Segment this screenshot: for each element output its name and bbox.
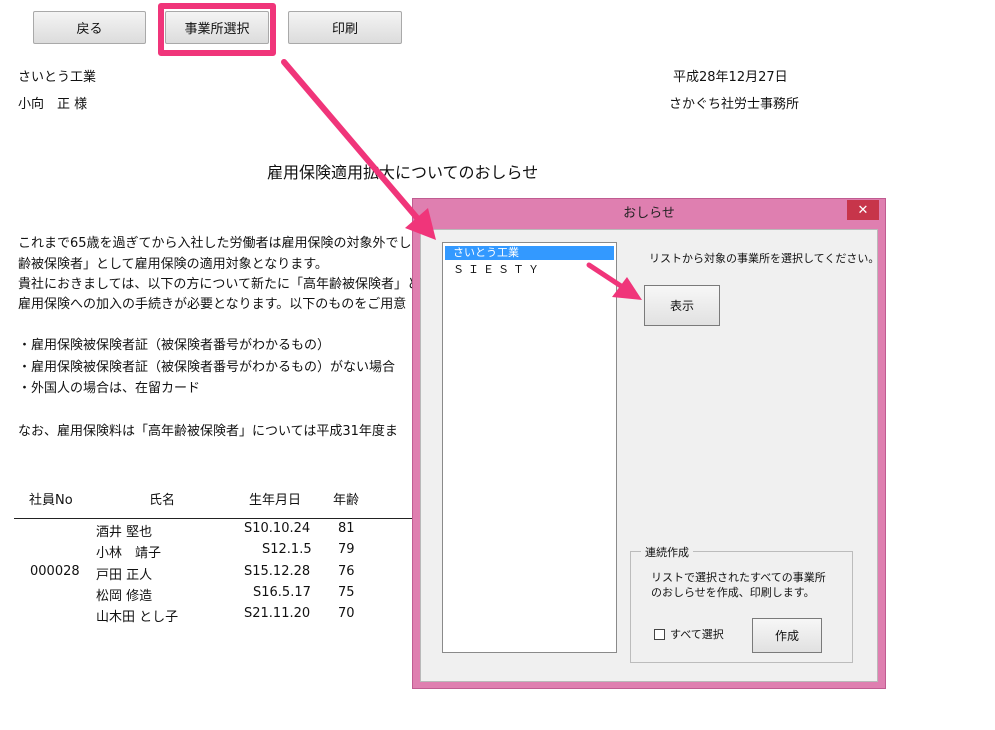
body-line: ・雇用保険被保険者証（被保険者番号がわかるもの）がない場合 [18,360,396,375]
group-description-line: のおしらせを作成、印刷します。 [651,586,815,599]
row-name: 戸田 正人 [96,568,153,583]
group-description-line: リストで選択されたすべての事業所 [651,571,826,584]
document-title: 雇用保険適用拡大についてのおしらせ [267,163,539,182]
row-birth: S21.11.20 [244,606,311,621]
row-birth: S15.12.28 [244,564,311,579]
select-all-checkbox[interactable]: すべて選択 [654,626,724,642]
close-icon[interactable]: ✕ [847,200,879,220]
body-line: これまで65歳を過ぎてから入社した労働者は雇用保険の対象外でし [18,236,412,251]
body-line: なお、雇用保険料は「高年齢被保険者」については平成31年度ま [18,424,398,439]
table-header-birthdate: 生年月日 [249,493,302,508]
select-all-label: すべて選択 [670,628,724,641]
row-age: 76 [338,564,355,579]
row-age: 75 [338,585,355,600]
row-name: 山木田 とし子 [96,610,179,625]
group-title: 連続作成 [641,544,693,560]
instruction-text: リストから対象の事業所を選択してください。 [649,252,880,265]
row-age: 79 [338,542,355,557]
list-item-siesty[interactable]: ＳＩＥＳＴＹ [445,263,614,277]
back-button[interactable]: 戻る [33,11,146,44]
recipient-name: 小向 正 様 [18,97,88,112]
create-button[interactable]: 作成 [752,618,822,653]
table-header-name: 氏名 [149,493,176,508]
body-line: 雇用保険への加入の手続きが必要となります。以下のものをご用意 [18,297,407,312]
row-birth: S10.10.24 [244,521,311,536]
group-description: リストで選択されたすべての事業所 のおしらせを作成、印刷します。 [651,570,826,600]
row-name: 小林 靖子 [96,546,162,561]
arrow-to-dialog [281,59,421,222]
table-header-employee-no: 社員No [29,493,73,508]
highlight-frame [158,3,276,56]
row-age: 70 [338,606,355,621]
row-name: 松岡 修造 [96,589,153,604]
body-line: 齢被保険者」として雇用保険の適用対象となります。 [18,257,328,272]
row-name: 酒井 堅也 [96,525,153,540]
document-date: 平成28年12月27日 [673,70,788,85]
row-birth: S12.1.5 [262,542,312,557]
employee-no: 000028 [30,564,80,579]
batch-create-group: 連続作成 リストで選択されたすべての事業所 のおしらせを作成、印刷します。 すべ… [630,544,853,663]
row-age: 81 [338,521,355,536]
body-line: 貴社におきましては、以下の方について新たに「高年齢被保険者」と [18,277,420,292]
notice-dialog: おしらせ ✕ さいとう工業 ＳＩＥＳＴＹ リストから対象の事業所を選択してくださ… [412,198,886,689]
dialog-body: さいとう工業 ＳＩＥＳＴＹ リストから対象の事業所を選択してください。 表示 連… [420,229,880,682]
office-listbox[interactable]: さいとう工業 ＳＩＥＳＴＹ [442,242,617,653]
dialog-title: おしらせ [623,206,675,221]
table-header-age: 年齢 [333,493,360,508]
body-line: ・雇用保険被保険者証（被保険者番号がわかるもの） [18,338,331,353]
checkbox-box[interactable] [654,628,665,640]
print-button[interactable]: 印刷 [288,11,402,44]
table-divider [14,518,434,519]
list-item-saito-kogyo[interactable]: さいとう工業 [445,246,614,260]
show-button[interactable]: 表示 [644,285,720,326]
row-birth: S16.5.17 [253,585,311,600]
body-line: ・外国人の場合は、在留カード [18,381,201,396]
sender-name: さかぐち社労士事務所 [669,97,800,112]
company-name: さいとう工業 [18,70,97,85]
